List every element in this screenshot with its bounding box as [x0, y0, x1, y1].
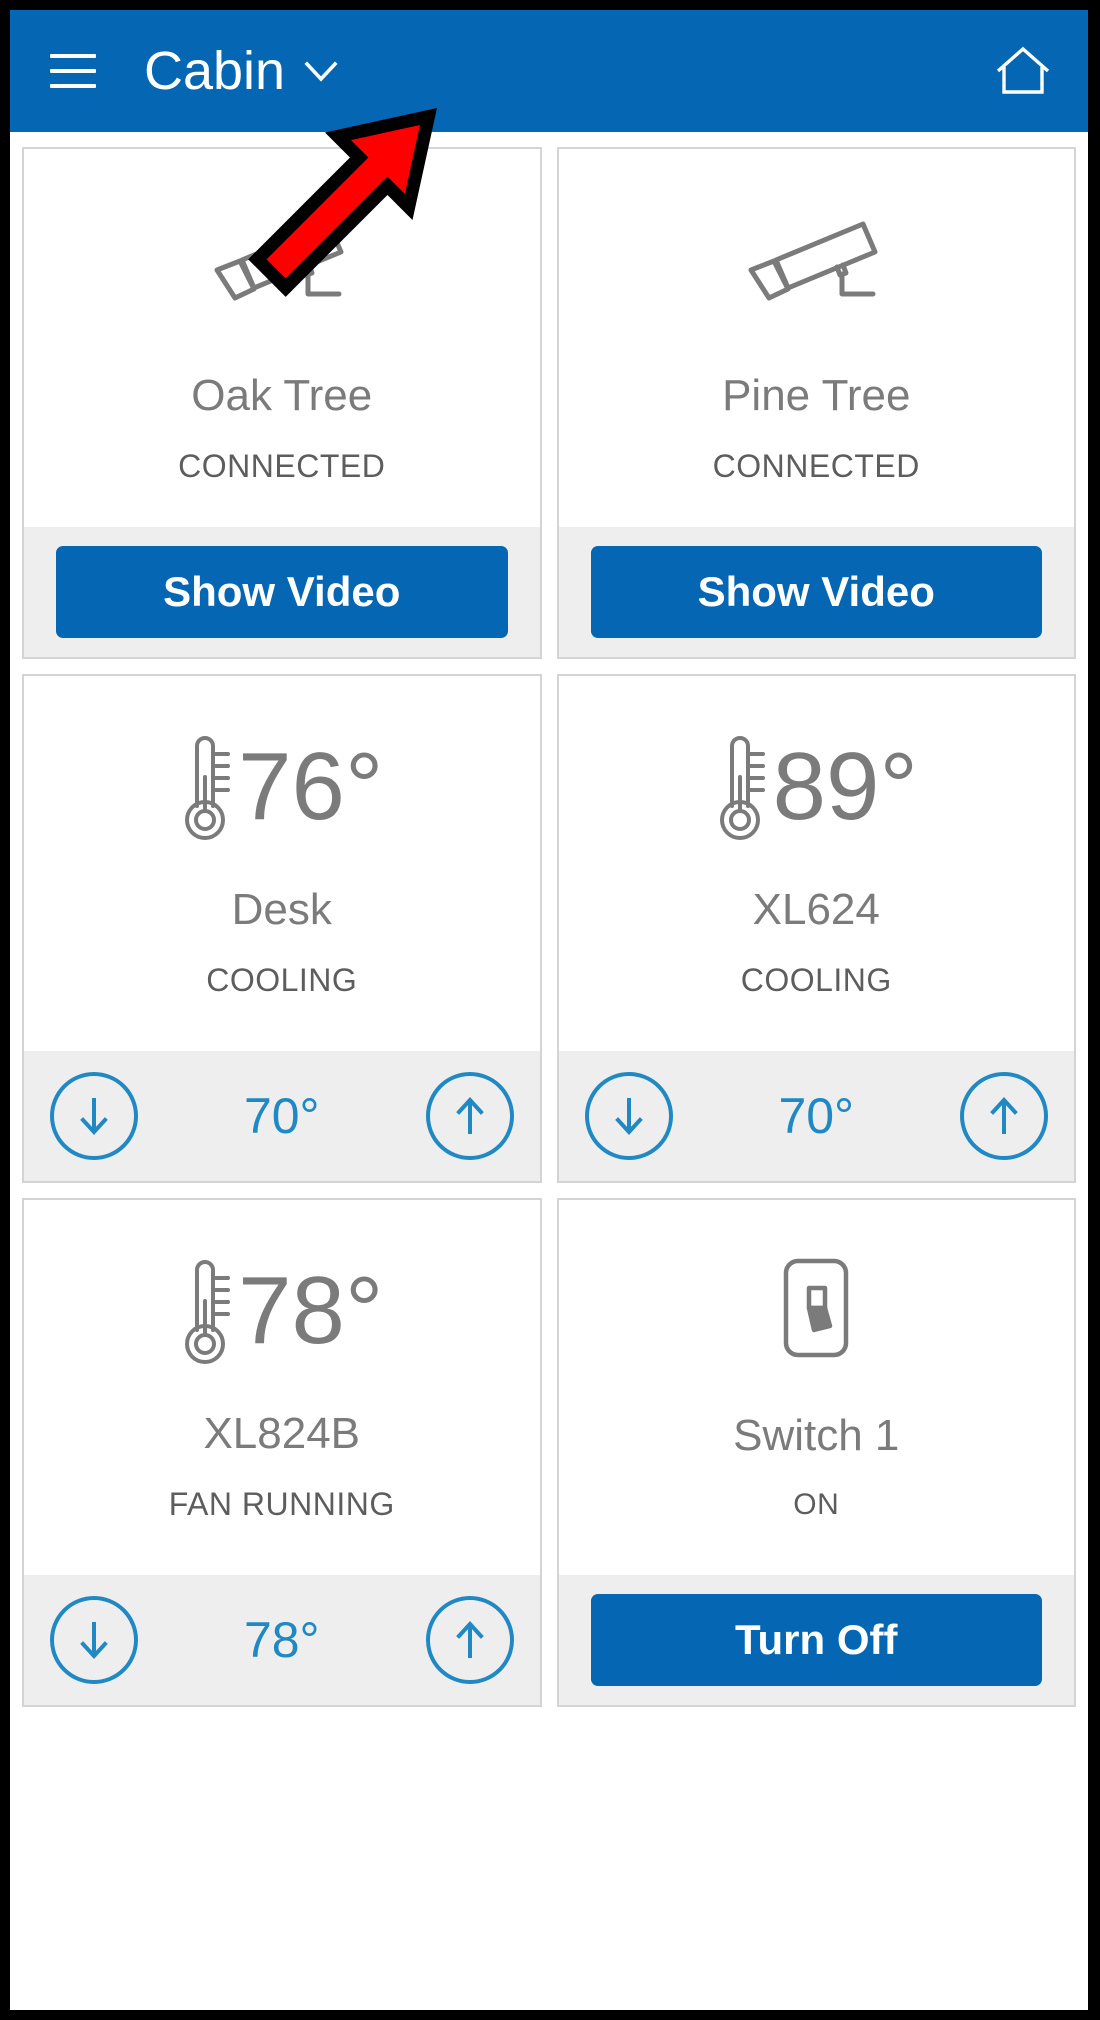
temperature-value: 76° [238, 732, 384, 840]
increase-setpoint-button[interactable] [425, 1072, 514, 1160]
show-video-button[interactable]: Show Video [590, 546, 1042, 638]
card-body: Oak Tree CONNECTED [24, 149, 540, 527]
card-body: 76° Desk COOLING [24, 676, 540, 1051]
device-name: Oak Tree [191, 371, 373, 420]
hamburger-bar [50, 54, 96, 58]
thermometer-icon [180, 1256, 234, 1366]
decrease-setpoint-button[interactable] [50, 1596, 138, 1684]
device-card-camera[interactable]: Pine Tree CONNECTED Show Video [556, 147, 1076, 659]
hamburger-bar [50, 69, 96, 73]
hamburger-bar [50, 84, 96, 88]
device-name: Desk [231, 884, 332, 934]
card-body: Switch 1 ON [558, 1200, 1074, 1575]
light-switch-icon [780, 1256, 852, 1360]
card-footer: 70° [24, 1051, 540, 1181]
app-bar: Cabin [10, 10, 1088, 132]
device-card-switch[interactable]: Switch 1 ON Turn Off [556, 1198, 1076, 1707]
device-name: Switch 1 [733, 1410, 900, 1460]
hamburger-menu-icon[interactable] [50, 54, 96, 88]
setpoint-stepper: 78° [50, 1596, 514, 1684]
device-name: Pine Tree [722, 371, 911, 420]
device-status: CONNECTED [712, 448, 920, 484]
setpoint-value: 78° [243, 1612, 320, 1668]
chevron-down-icon [301, 51, 341, 91]
security-camera-icon [741, 212, 891, 322]
device-name: XL624 [752, 884, 880, 934]
phone-screen: Cabin Oak Tree CONNECTED Show Video Pine… [10, 10, 1088, 2010]
temperature-reading: 89° [715, 732, 918, 842]
decrease-setpoint-button[interactable] [50, 1072, 138, 1160]
device-status: CONNECTED [178, 448, 386, 484]
security-camera-icon [207, 212, 357, 322]
temperature-value: 89° [772, 732, 918, 840]
location-selector[interactable]: Cabin [144, 44, 341, 98]
device-status: COOLING [206, 961, 358, 998]
card-footer: Turn Off [558, 1575, 1074, 1705]
page-title: Cabin [144, 41, 286, 101]
device-status: ON [793, 1487, 840, 1521]
decrease-setpoint-button[interactable] [584, 1072, 673, 1160]
temperature-reading: 78° [180, 1256, 383, 1366]
increase-setpoint-button[interactable] [960, 1072, 1048, 1160]
card-body: Pine Tree CONNECTED [558, 149, 1074, 527]
setpoint-value: 70° [243, 1088, 320, 1144]
temperature-reading: 76° [180, 732, 383, 842]
show-video-button[interactable]: Show Video [56, 546, 508, 638]
device-status: COOLING [740, 961, 892, 998]
home-icon[interactable] [992, 40, 1054, 102]
device-card-thermostat[interactable]: 78° XL824B FAN RUNNING 78° [22, 1198, 542, 1707]
thermometer-icon [715, 732, 769, 842]
card-footer: Show Video [24, 527, 540, 657]
increase-setpoint-button[interactable] [425, 1596, 514, 1684]
device-grid: Oak Tree CONNECTED Show Video Pine Tree … [10, 132, 1088, 1707]
card-footer: Show Video [558, 527, 1074, 657]
device-status: FAN RUNNING [168, 1485, 395, 1522]
device-card-thermostat[interactable]: 89° XL624 COOLING 70° [556, 674, 1076, 1183]
setpoint-value: 70° [778, 1088, 855, 1144]
setpoint-stepper: 70° [584, 1072, 1048, 1160]
device-card-camera[interactable]: Oak Tree CONNECTED Show Video [22, 147, 542, 659]
card-body: 89° XL624 COOLING [558, 676, 1074, 1051]
device-name: XL824B [203, 1408, 361, 1458]
card-body: 78° XL824B FAN RUNNING [24, 1200, 540, 1575]
thermometer-icon [180, 732, 234, 842]
turn-off-button[interactable]: Turn Off [590, 1594, 1042, 1686]
temperature-value: 78° [238, 1256, 384, 1364]
card-footer: 70° [558, 1051, 1074, 1181]
card-footer: 78° [24, 1575, 540, 1705]
setpoint-stepper: 70° [50, 1072, 514, 1160]
device-card-thermostat[interactable]: 76° Desk COOLING 70° [22, 674, 542, 1183]
